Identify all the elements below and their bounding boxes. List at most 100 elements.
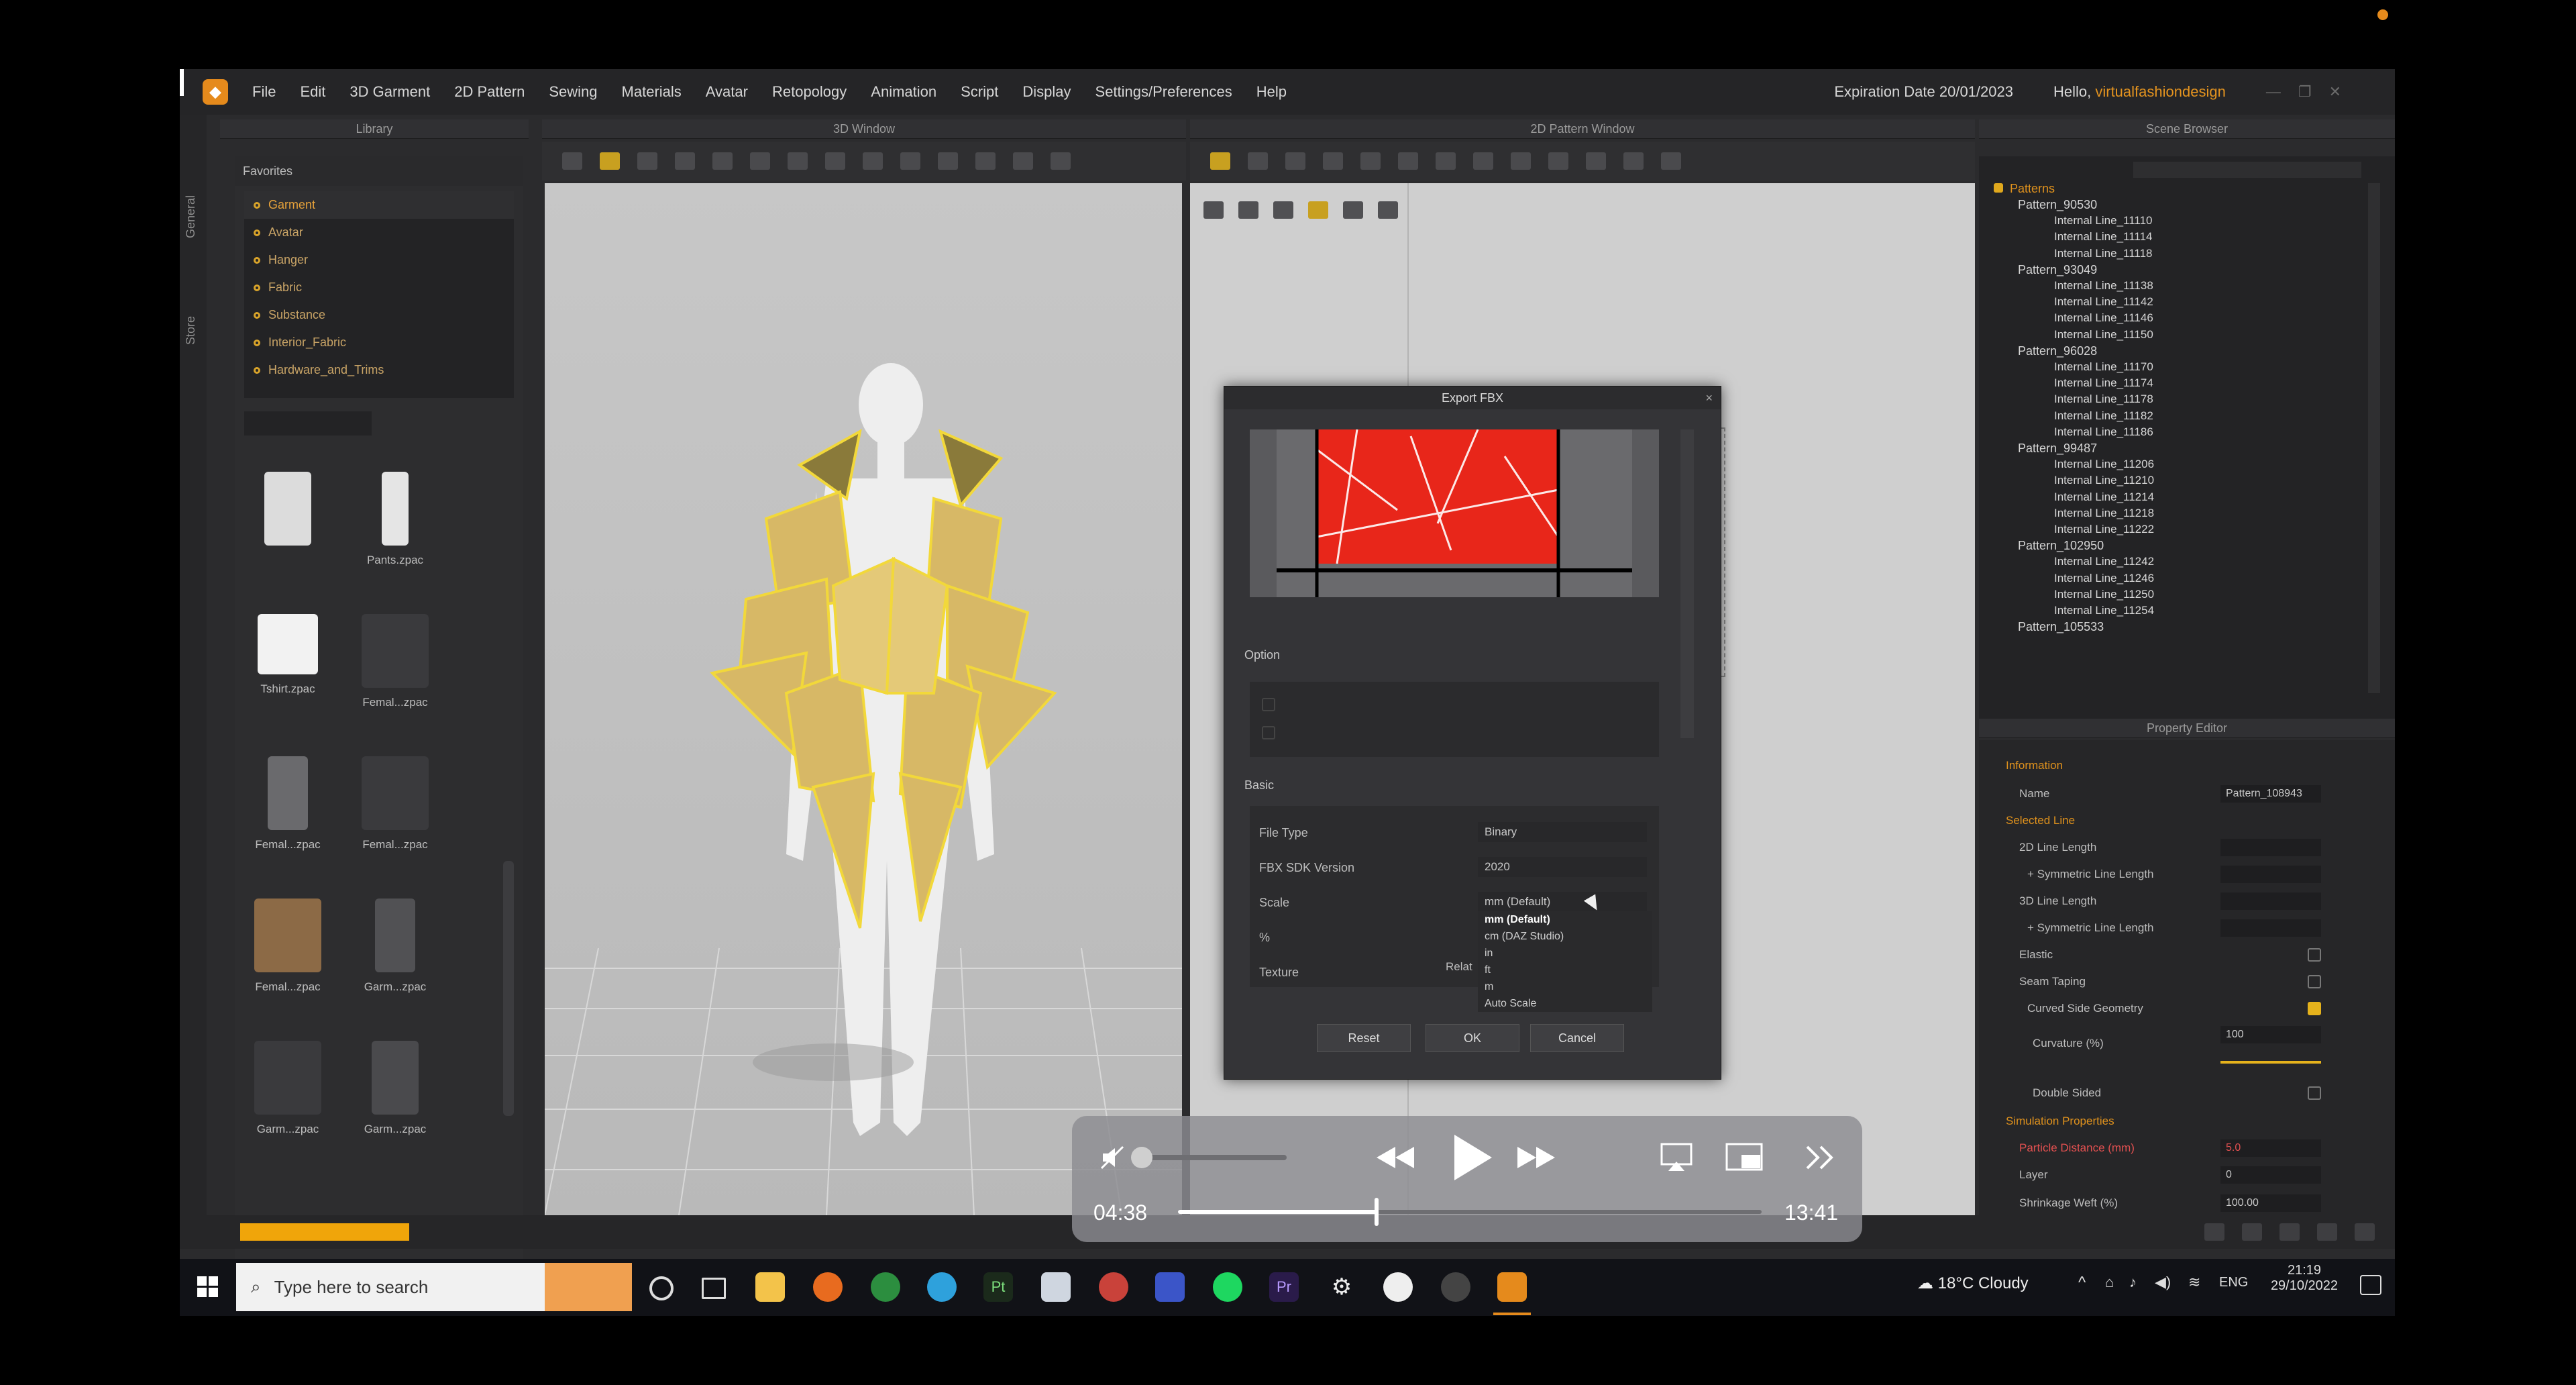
- curve-tool-icon[interactable]: [1436, 152, 1456, 170]
- tree-internal-line-item[interactable]: Internal Line_11246: [2054, 572, 2154, 585]
- tree-internal-line-item[interactable]: Internal Line_11242: [2054, 555, 2154, 568]
- fold-tool-icon[interactable]: [712, 152, 733, 170]
- library-search-input[interactable]: [244, 411, 372, 435]
- internal-line-icon[interactable]: [1360, 152, 1381, 170]
- measure-tool-icon[interactable]: [938, 152, 958, 170]
- fill-icon[interactable]: [1378, 201, 1398, 219]
- scene-search-input[interactable]: [2133, 162, 2361, 178]
- layout-split-icon[interactable]: [2242, 1223, 2262, 1241]
- ruler-tool-icon[interactable]: [975, 152, 996, 170]
- tree-pattern-item[interactable]: Pattern_102950: [2018, 539, 2104, 553]
- eraser-icon[interactable]: [1343, 201, 1363, 219]
- microphone-icon[interactable]: ♪: [2129, 1274, 2137, 1291]
- obs-icon[interactable]: [1441, 1272, 1470, 1302]
- taskbar-search-input[interactable]: ⌕ Type here to search: [236, 1263, 632, 1311]
- fast-forward-icon[interactable]: [1515, 1143, 1558, 1172]
- option-checkbox-1[interactable]: [1262, 698, 1275, 711]
- clo3d-taskbar-icon[interactable]: [1497, 1272, 1527, 1302]
- scene-scrollbar[interactable]: [2368, 183, 2380, 693]
- section-selected-line[interactable]: Selected Line: [2006, 814, 2075, 827]
- library-item[interactable]: Garm...zpac: [352, 899, 439, 999]
- library-item[interactable]: Femal...zpac: [244, 899, 331, 999]
- tree-internal-line-item[interactable]: Internal Line_11110: [2054, 214, 2153, 227]
- sewing-tool-icon[interactable]: [863, 152, 883, 170]
- scale-option[interactable]: cm (DAZ Studio): [1478, 928, 1652, 945]
- more-controls-icon[interactable]: [1803, 1144, 1837, 1171]
- menu-3d-garment[interactable]: 3D Garment: [350, 83, 430, 101]
- rewind-icon[interactable]: [1374, 1143, 1417, 1172]
- wifi-icon[interactable]: ≋: [2188, 1274, 2200, 1291]
- tree-internal-line-item[interactable]: Internal Line_11146: [2054, 311, 2153, 325]
- play-icon[interactable]: [1448, 1132, 1496, 1183]
- tree-pattern-item[interactable]: Pattern_105533: [2018, 620, 2104, 634]
- sdk-version-select[interactable]: 2020: [1478, 857, 1647, 877]
- line3d-field[interactable]: [2220, 892, 2321, 910]
- layer-field[interactable]: 0: [2220, 1166, 2321, 1184]
- file-explorer-icon[interactable]: [755, 1272, 785, 1302]
- tree-internal-line-item[interactable]: Internal Line_11118: [2054, 247, 2153, 260]
- gather-tool-icon[interactable]: [1623, 152, 1644, 170]
- tree-internal-line-item[interactable]: Internal Line_11222: [2054, 523, 2154, 536]
- substance-painter-icon[interactable]: Pt: [983, 1272, 1013, 1302]
- volume-knob[interactable]: [1131, 1147, 1152, 1168]
- section-information[interactable]: Information: [2006, 759, 2063, 772]
- favorite-item[interactable]: Hardware_and_Trims: [244, 356, 514, 384]
- tree-internal-line-item[interactable]: Internal Line_11138: [2054, 279, 2153, 293]
- favorite-item[interactable]: Hanger: [244, 246, 514, 274]
- scale-option[interactable]: Auto Scale: [1478, 995, 1652, 1012]
- avatar-tool-icon[interactable]: [1013, 152, 1033, 170]
- pattern-select-icon[interactable]: [1210, 152, 1230, 170]
- free-sewing-icon[interactable]: [1548, 152, 1568, 170]
- premiere-pro-icon[interactable]: Pr: [1269, 1272, 1299, 1302]
- volume-icon[interactable]: ◀): [2155, 1274, 2171, 1291]
- weather-widget[interactable]: ☁ 18°C Cloudy: [1917, 1274, 2029, 1293]
- tree-internal-line-item[interactable]: Internal Line_11210: [2054, 474, 2154, 487]
- select-tool-icon[interactable]: [562, 152, 582, 170]
- tree-internal-line-item[interactable]: Internal Line_11218: [2054, 507, 2154, 520]
- library-item[interactable]: Pants.zpac: [352, 472, 439, 572]
- sym1-field[interactable]: [2220, 866, 2321, 883]
- close-icon[interactable]: ✕: [2329, 83, 2341, 101]
- library-item[interactable]: Tshirt.zpac: [244, 614, 331, 715]
- tree-internal-line-item[interactable]: Internal Line_11182: [2054, 409, 2153, 423]
- arrange-tool-icon[interactable]: [825, 152, 845, 170]
- section-simulation[interactable]: Simulation Properties: [2006, 1115, 2114, 1128]
- menu-retopology[interactable]: Retopology: [772, 83, 847, 101]
- elastic-checkbox[interactable]: [2308, 948, 2321, 962]
- seek-track[interactable]: [1178, 1210, 1762, 1214]
- library-item[interactable]: Garm...zpac: [244, 1041, 331, 1141]
- menu-script[interactable]: Script: [961, 83, 998, 101]
- layout-custom-icon[interactable]: [2355, 1223, 2375, 1241]
- line2d-field[interactable]: [2220, 839, 2321, 856]
- tab-general[interactable]: General: [184, 195, 198, 238]
- favorite-item[interactable]: Avatar: [244, 219, 514, 246]
- chrome-profile-icon[interactable]: [1099, 1272, 1128, 1302]
- dialog-close-icon[interactable]: ×: [1705, 391, 1713, 405]
- library-item[interactable]: Garm...zpac: [352, 1041, 439, 1141]
- airplay-icon[interactable]: [1659, 1141, 1694, 1174]
- particle-field[interactable]: 5.0: [2220, 1139, 2321, 1157]
- unreal-engine-icon[interactable]: [1383, 1272, 1413, 1302]
- tape-tool-icon[interactable]: [900, 152, 920, 170]
- lasso-icon[interactable]: [1273, 201, 1293, 219]
- polygon-tool-icon[interactable]: [1323, 152, 1343, 170]
- menu-display[interactable]: Display: [1022, 83, 1071, 101]
- scale-option[interactable]: m: [1478, 978, 1652, 995]
- tree-internal-line-item[interactable]: Internal Line_11254: [2054, 604, 2154, 617]
- tree-internal-line-item[interactable]: Internal Line_11214: [2054, 491, 2154, 504]
- move-tool-icon[interactable]: [600, 152, 620, 170]
- library-item[interactable]: [244, 472, 331, 572]
- double-sided-checkbox[interactable]: [2308, 1086, 2321, 1100]
- pin-tool-icon[interactable]: [750, 152, 770, 170]
- favorite-item[interactable]: Fabric: [244, 274, 514, 301]
- task-view-icon[interactable]: [702, 1278, 726, 1299]
- reset-button[interactable]: Reset: [1317, 1024, 1411, 1052]
- menu-avatar[interactable]: Avatar: [706, 83, 748, 101]
- section-basic[interactable]: Basic: [1244, 778, 1274, 792]
- picture-in-picture-icon[interactable]: [1724, 1141, 1764, 1174]
- section-option[interactable]: Option: [1244, 648, 1280, 662]
- minimize-icon[interactable]: —: [2266, 83, 2281, 101]
- pattern-transform-icon[interactable]: [1248, 152, 1268, 170]
- layout-single-icon[interactable]: [2204, 1223, 2224, 1241]
- rectangle-tool-icon[interactable]: [1285, 152, 1305, 170]
